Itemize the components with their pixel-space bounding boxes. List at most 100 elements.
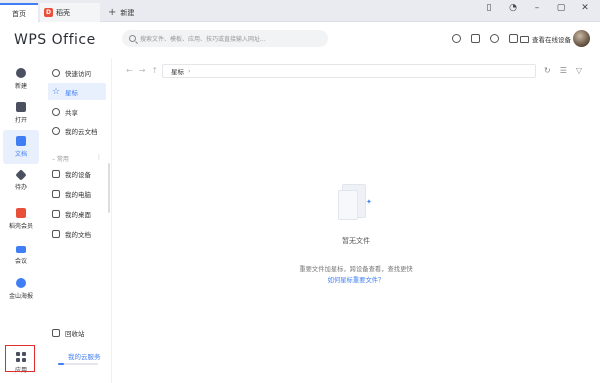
path-segment[interactable]: 星标 (171, 66, 184, 76)
nav-label-documents: 文档 (14, 151, 27, 158)
monitor-icon (520, 35, 529, 43)
skin-icon[interactable]: ◔ (508, 3, 518, 13)
online-devices-label: 查看在线设备 (532, 36, 571, 44)
nav-item-meeting[interactable]: 会议 (3, 238, 39, 272)
nav-item-todo[interactable]: 待办 (3, 164, 39, 198)
nav-item-new[interactable]: 新建 (3, 62, 39, 96)
side-item-recycle-bin[interactable]: 回收站 (48, 324, 106, 341)
cloud-service-link[interactable]: 我的云服务 (68, 351, 101, 361)
close-icon[interactable]: ✕ (580, 3, 590, 13)
common-section-header[interactable]: – 常用 ⋮ (52, 154, 102, 163)
app-header: WPS Office 搜索文件、模板、应用、技巧或直接输入网址... 查看在线设… (0, 22, 600, 58)
sparkle-icon: ✦ (366, 198, 372, 206)
headset-icon[interactable] (452, 34, 461, 43)
side-label-recycle-bin: 回收站 (65, 329, 85, 338)
nav-item-documents[interactable]: 文档 (3, 130, 39, 164)
tab-docer-label: 稻壳 (56, 8, 70, 17)
maximize-icon[interactable]: ▢ (556, 3, 566, 13)
nav-item-poster[interactable]: 金山海报 (3, 272, 39, 306)
back-arrow-icon[interactable]: ← (126, 66, 133, 75)
search-placeholder: 搜索文件、模板、应用、技巧或直接输入网址... (140, 36, 266, 43)
docer-logo-icon: D (44, 8, 53, 17)
star-icon: ☆ (52, 86, 61, 97)
main-content: ← → ↑ 星标 › ↻ ☰ ▽ ✦ 暂无文件 重要文件加星标，跨设备查看，查找… (112, 58, 600, 383)
side-label-my-computer: 我的电脑 (65, 190, 91, 199)
shirt-icon[interactable] (471, 34, 480, 43)
cloud-usage-fill (58, 363, 64, 365)
todo-icon (15, 169, 27, 181)
window-controls: ▯ ◔ – ▢ ✕ (484, 3, 590, 13)
docer-icon (16, 208, 26, 218)
chevron-right-icon: › (188, 67, 191, 75)
cloud-usage-bar (58, 363, 98, 365)
history-nav: ← → ↑ (126, 66, 158, 75)
filter-icon[interactable]: ▽ (576, 66, 582, 75)
tablet-mode-icon[interactable]: ▯ (484, 3, 494, 13)
pin-icon (52, 68, 60, 77)
nav-label-poster: 金山海报 (8, 293, 33, 300)
desktop-icon (52, 209, 60, 218)
side-item-my-documents[interactable]: 我的文档 (48, 225, 106, 242)
wps-logo: WPS Office (14, 32, 96, 48)
side-label-starred: 星标 (65, 88, 78, 97)
settings-icon[interactable] (490, 34, 499, 43)
side-label-cloud-docs: 我的云文档 (65, 127, 98, 136)
up-arrow-icon[interactable]: ↑ (151, 66, 158, 75)
docs-folder-icon (52, 229, 60, 238)
side-item-my-devices[interactable]: 我的设备 (48, 165, 106, 182)
side-label-my-documents: 我的文档 (65, 230, 91, 239)
side-label-quick-access: 快速访问 (65, 69, 91, 78)
side-label-my-devices: 我的设备 (65, 170, 91, 179)
side-label-shared: 共享 (65, 108, 78, 117)
empty-state-title: 暂无文件 (342, 237, 370, 245)
side-item-starred[interactable]: ☆ 星标 (48, 83, 106, 100)
online-devices-button[interactable]: 查看在线设备 (520, 34, 571, 44)
nav-label-open: 打开 (14, 117, 27, 124)
more-icon[interactable]: ⋮ (96, 154, 102, 163)
side-item-shared[interactable]: 共享 (48, 103, 106, 120)
nav-label-new: 新建 (14, 83, 27, 90)
trash-icon (52, 328, 60, 337)
cloud-icon (52, 126, 60, 135)
avatar[interactable] (573, 30, 590, 47)
empty-state-illustration: ✦ (338, 184, 372, 224)
side-panel: 快速访问 ☆ 星标 共享 我的云文档 – 常用 ⋮ 我的设备 我的电脑 我的桌面… (42, 58, 112, 383)
view-tools: ↻ ☰ ▽ (544, 66, 582, 75)
title-bar: 首页 D 稻壳 + 新建 ▯ ◔ – ▢ ✕ (0, 0, 600, 22)
meeting-icon (16, 245, 26, 253)
nav-label-docer-vip: 稻壳会员 (8, 223, 33, 230)
side-item-my-computer[interactable]: 我的电脑 (48, 185, 106, 202)
nav-item-docer-vip[interactable]: 稻壳会员 (3, 202, 39, 236)
device-icon (52, 169, 60, 178)
plus-icon: + (108, 6, 117, 18)
nav-label-todo: 待办 (14, 184, 27, 191)
tab-docer[interactable]: D 稻壳 (40, 3, 100, 22)
side-label-my-desktop: 我的桌面 (65, 210, 91, 219)
minimize-icon[interactable]: – (532, 3, 542, 13)
left-nav: 新建 打开 文档 待办 稻壳会员 会议 金山海报 应用 (0, 58, 42, 383)
tab-home[interactable]: 首页 (0, 3, 38, 22)
nav-label-meeting: 会议 (14, 257, 27, 265)
new-tab-button[interactable]: + 新建 (104, 3, 144, 22)
path-bar[interactable]: 星标 › (162, 64, 536, 78)
search-bar[interactable]: 搜索文件、模板、应用、技巧或直接输入网址... (122, 30, 328, 47)
empty-state-description: 重要文件加星标，跨设备查看，查找更快 (299, 266, 413, 273)
forward-arrow-icon[interactable]: → (139, 66, 146, 75)
side-item-my-desktop[interactable]: 我的桌面 (48, 205, 106, 222)
side-item-quick-access[interactable]: 快速访问 (48, 64, 106, 81)
computer-icon (52, 189, 60, 198)
tab-home-label: 首页 (12, 9, 26, 18)
header-icons (452, 34, 518, 43)
side-panel-scrollbar[interactable] (108, 163, 110, 213)
plus-circle-icon (16, 68, 26, 78)
how-to-star-link[interactable]: 如何星标重要文件？ (112, 275, 600, 284)
message-icon[interactable] (509, 34, 518, 43)
side-item-cloud-docs[interactable]: 我的云文档 (48, 122, 106, 139)
poster-icon (16, 278, 26, 288)
nav-item-open[interactable]: 打开 (3, 96, 39, 130)
refresh-icon[interactable]: ↻ (544, 66, 551, 75)
common-section-label: – 常用 (52, 156, 69, 163)
list-view-icon[interactable]: ☰ (560, 66, 567, 75)
apps-highlight-box (5, 345, 35, 372)
folder-icon (16, 102, 26, 112)
